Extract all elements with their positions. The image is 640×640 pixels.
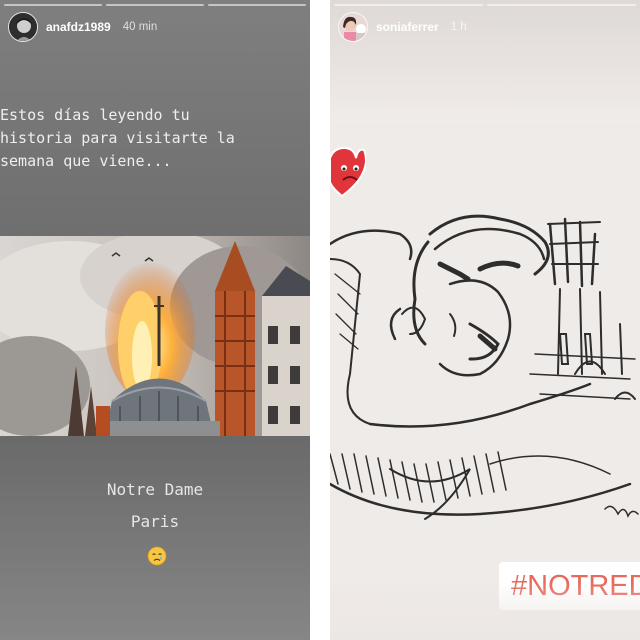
username[interactable]: anafdz1989 — [46, 20, 111, 34]
sad-heart-sticker-icon — [330, 146, 366, 198]
notre-dame-fire-photo — [0, 236, 310, 436]
timestamp: 1 h — [450, 21, 467, 33]
story-text-line: Estos días leyendo tu — [0, 106, 190, 124]
progress-segment — [334, 4, 483, 6]
crying-face-icon — [147, 546, 167, 566]
story-bottom-area — [330, 582, 640, 640]
avatar-image — [339, 13, 367, 41]
story-header: soniaferrer 1 h — [338, 12, 467, 42]
progress-segment — [208, 4, 306, 6]
progress-segment — [106, 4, 204, 6]
story-progress-bar — [4, 4, 306, 6]
story-header: anafdz1989 40 min — [8, 12, 157, 42]
story-text: Estos días leyendo tu historia para visi… — [0, 104, 310, 173]
story-progress-bar — [334, 4, 636, 6]
progress-segment — [487, 4, 636, 6]
story-text-line: semana que viene... — [0, 152, 172, 170]
caption-paris: Paris — [130, 512, 180, 531]
username[interactable]: soniaferrer — [376, 20, 439, 34]
avatar[interactable] — [8, 12, 38, 42]
avatar-image — [9, 13, 37, 41]
avatar[interactable] — [338, 12, 368, 42]
quasimodo-sketch — [330, 124, 640, 584]
sketch-drawing — [330, 214, 639, 520]
story-left[interactable]: anafdz1989 40 min Estos días leyendo tu … — [0, 0, 310, 640]
progress-segment — [4, 4, 102, 6]
story-right[interactable]: soniaferrer 1 h — [330, 0, 640, 640]
timestamp: 40 min — [122, 21, 158, 33]
caption-notre-dame: Notre Dame — [106, 480, 204, 499]
story-text-line: historia para visitarte la — [0, 129, 235, 147]
